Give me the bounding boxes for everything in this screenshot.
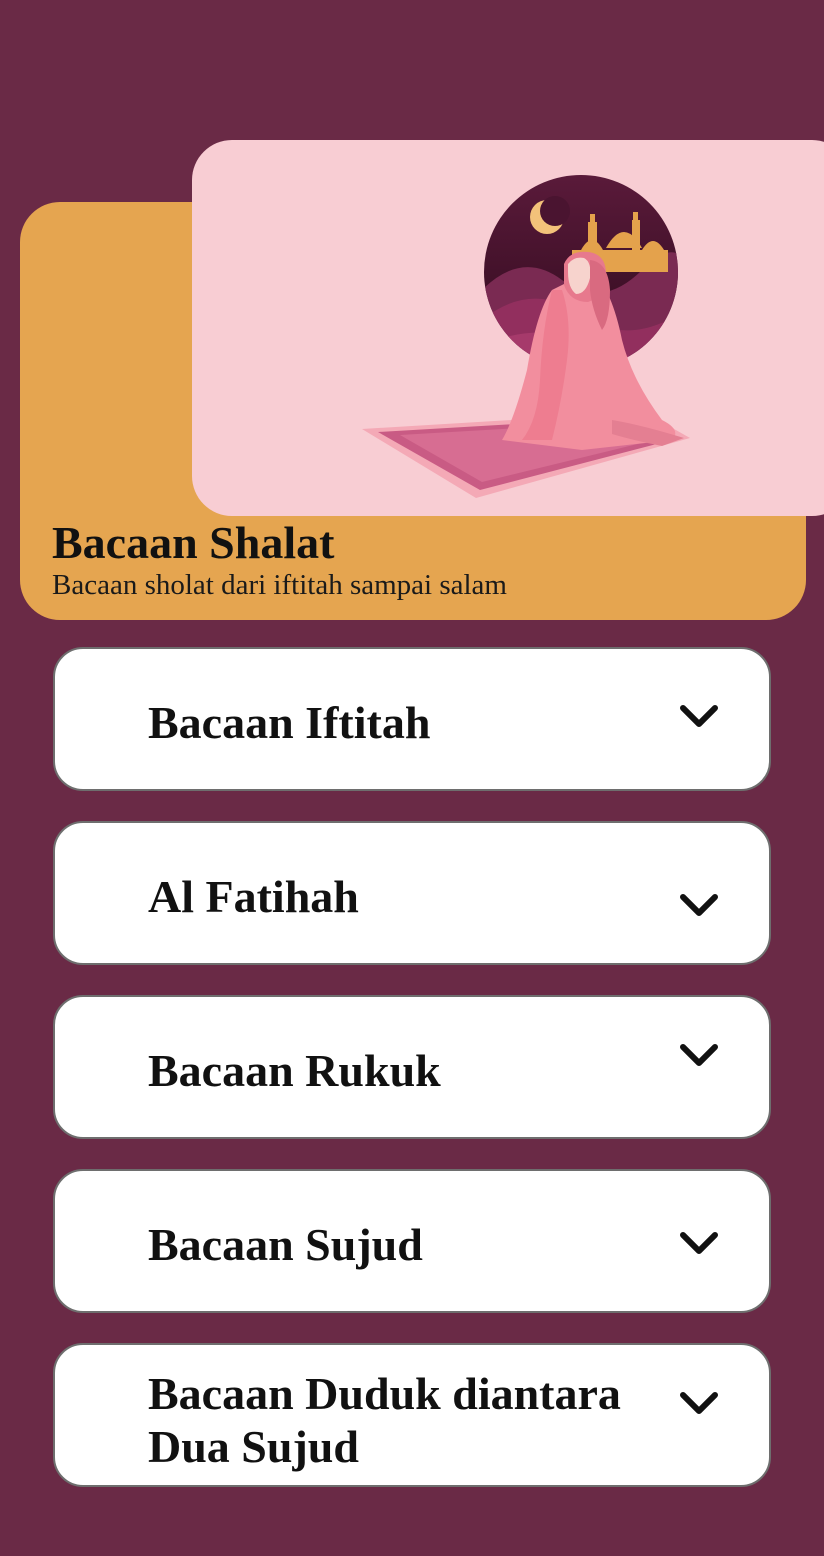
accordion-item-al-fatihah[interactable]: Al Fatihah [53,821,771,965]
accordion-item-label: Bacaan Iftitah [148,697,431,748]
praying-woman-illustration [362,175,690,498]
accordion-item-rukuk[interactable]: Bacaan Rukuk [53,995,771,1139]
chevron-down-icon[interactable] [679,1041,719,1071]
header-illustration-card [192,140,824,516]
accordion-item-iftitah[interactable]: Bacaan Iftitah [53,647,771,791]
chevron-down-icon[interactable] [679,891,719,921]
accordion-item-label: Bacaan Rukuk [148,1045,441,1096]
accordion-item-label: Bacaan Sujud [148,1219,423,1270]
accordion-item-sujud[interactable]: Bacaan Sujud [53,1169,771,1313]
chevron-down-icon[interactable] [679,1229,719,1259]
accordion-item-label: Bacaan Duduk diantara Dua Sujud [148,1368,621,1472]
page-title: Bacaan Shalat [52,517,335,568]
accordion-item-duduk-diantara-dua-sujud[interactable]: Bacaan Duduk diantara Dua Sujud [53,1343,771,1487]
page-subtitle: Bacaan sholat dari iftitah sampai salam [52,569,507,601]
chevron-down-icon[interactable] [679,1389,719,1419]
chevron-down-icon[interactable] [679,702,719,732]
accordion-item-label: Al Fatihah [148,871,359,922]
